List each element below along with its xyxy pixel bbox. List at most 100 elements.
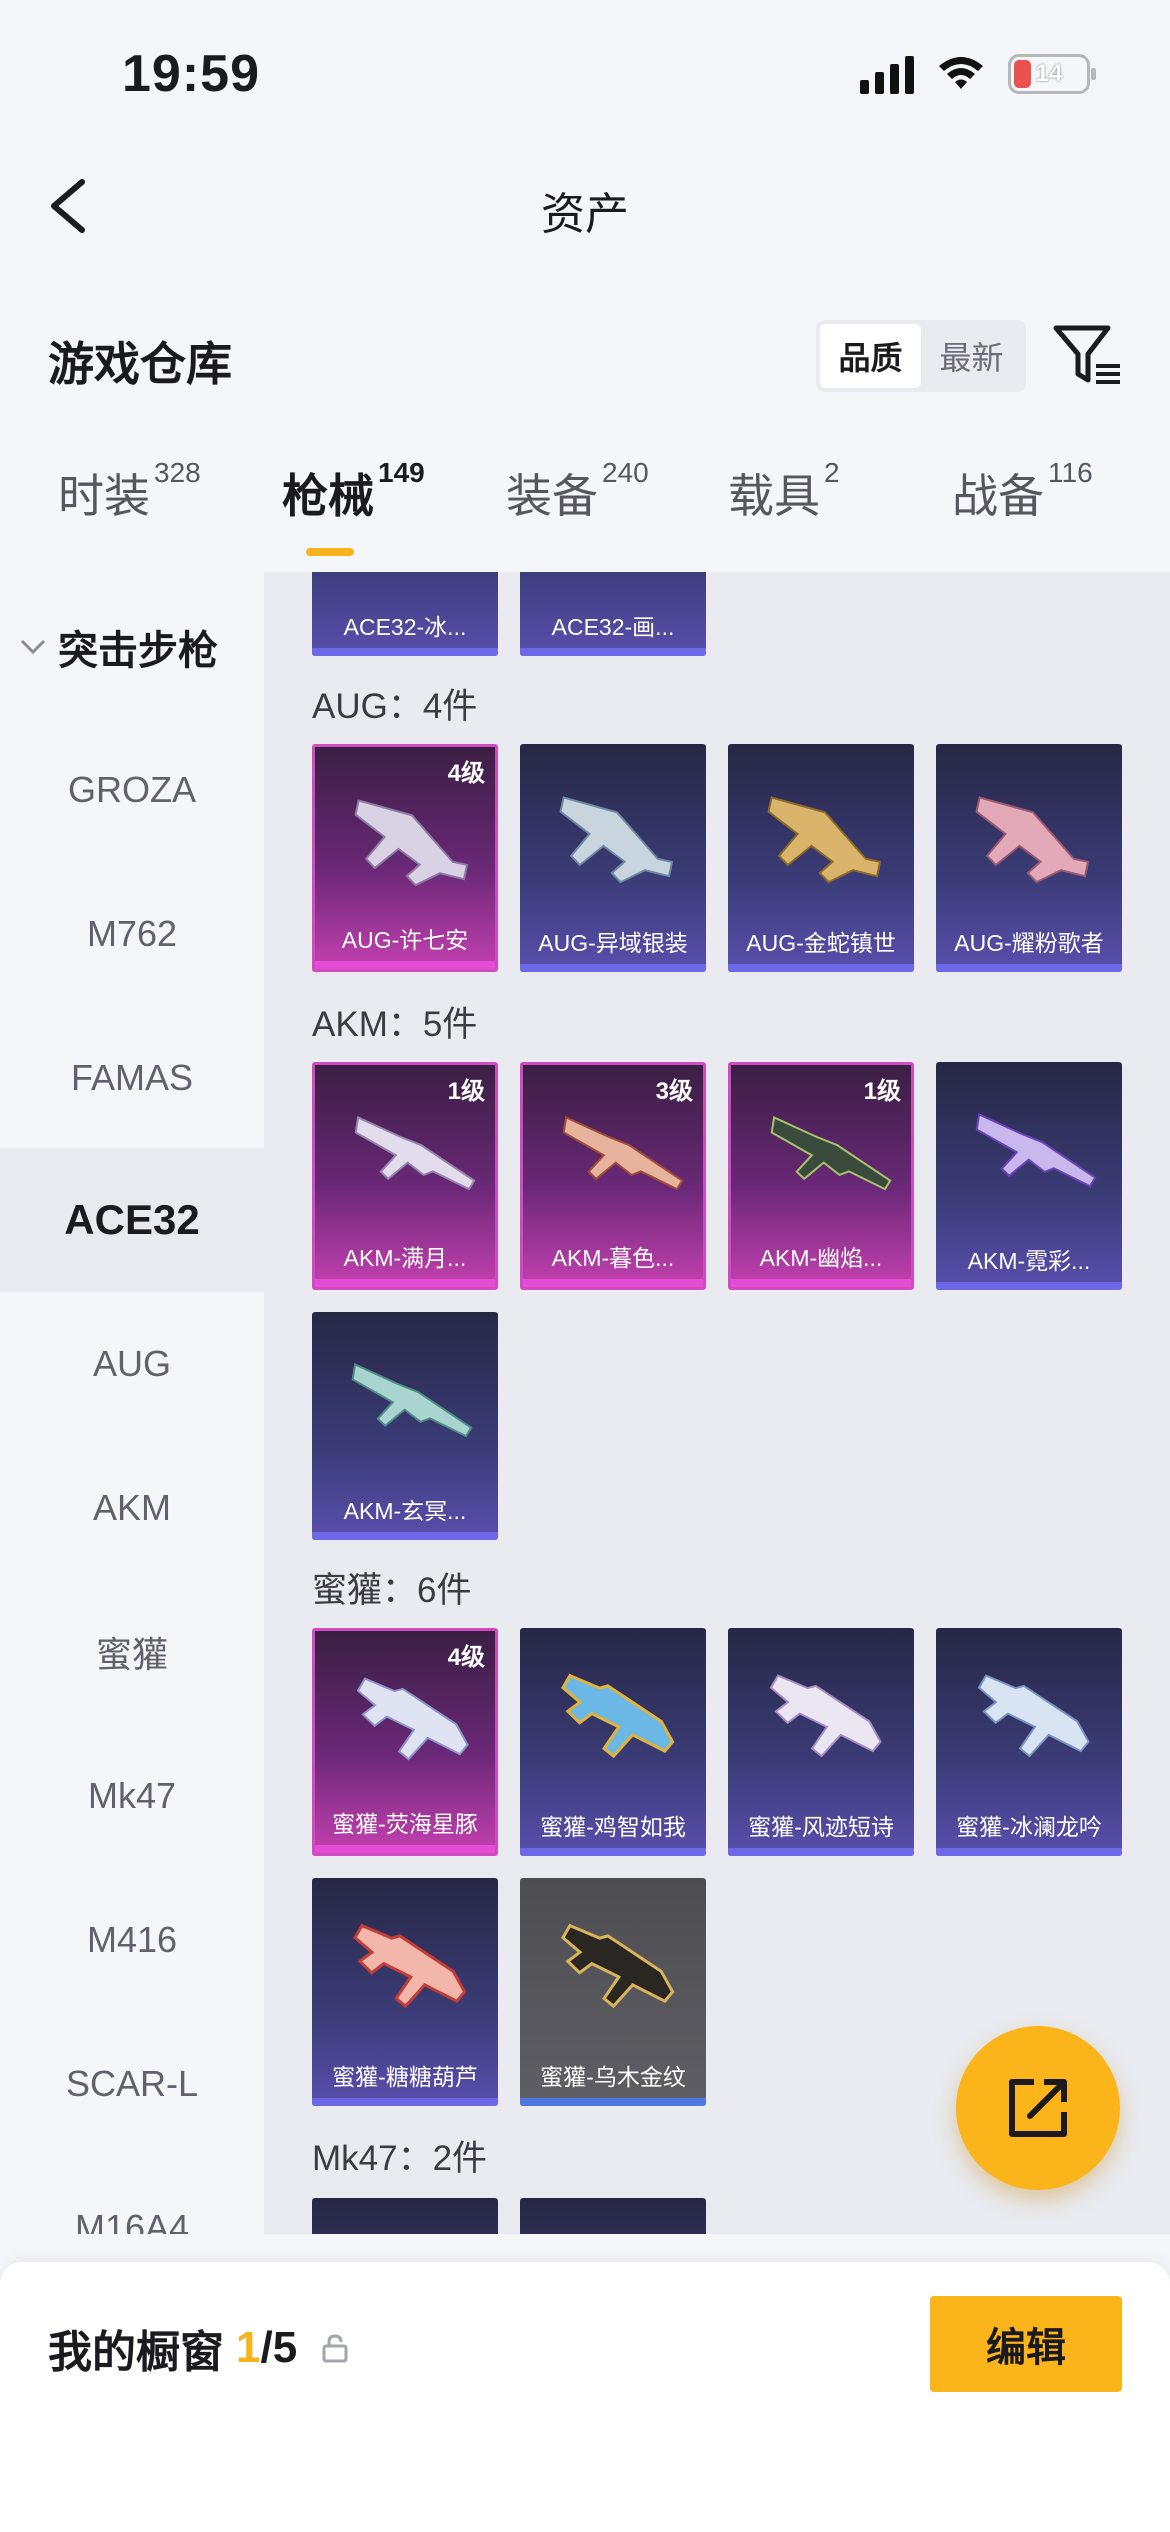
- rifle-icon: [354, 1116, 476, 1191]
- skin-card[interactable]: [312, 2198, 498, 2234]
- skin-card[interactable]: 蜜獾-冰澜龙吟: [936, 1628, 1122, 1856]
- nav-bar: 资产: [0, 150, 1170, 260]
- showcase-current-count: 1: [236, 2323, 261, 2372]
- tab-firearms[interactable]: 枪械 149: [282, 456, 425, 526]
- tab-count: 328: [154, 456, 201, 488]
- rifle-icon: [562, 1116, 684, 1191]
- skin-card[interactable]: AUG-耀粉歌者: [936, 744, 1122, 972]
- skin-card[interactable]: 1级 AKM-幽焰...: [728, 1062, 914, 1290]
- smg-icon: [769, 1674, 882, 1758]
- tab-supplies[interactable]: 战备 116: [952, 456, 1093, 526]
- skin-name: 蜜獾-风迹短诗: [748, 1814, 894, 1840]
- sidebar-item-m416[interactable]: M416: [0, 1868, 264, 2012]
- skin-name: 蜜獾-冰澜龙吟: [956, 1814, 1102, 1840]
- battery-icon: 14: [1008, 54, 1096, 94]
- skin-name: ACE32-冰...: [343, 614, 467, 640]
- sidebar-item-aug[interactable]: AUG: [0, 1292, 264, 1436]
- share-icon: [1009, 2079, 1067, 2137]
- smg-icon: [977, 1674, 1090, 1758]
- sidebar-item-m762[interactable]: M762: [0, 862, 264, 1006]
- showcase-bar: 我的橱窗 1 /5 编辑: [0, 2262, 1170, 2532]
- sidebar-item-honeybadger[interactable]: 蜜獾: [0, 1580, 264, 1724]
- tab-fashion[interactable]: 时装 328: [58, 456, 201, 526]
- group-label-honeybadger: 蜜獾：6件: [312, 1571, 472, 1610]
- status-bar: 19:59 14: [0, 0, 1170, 150]
- skin-name: AKM-玄冥...: [343, 1498, 467, 1524]
- skin-card[interactable]: 蜜獾-糖糖葫芦: [312, 1878, 498, 2106]
- sidebar-item-ace32[interactable]: ACE32: [0, 1148, 264, 1292]
- tab-vehicles[interactable]: 载具 2: [728, 456, 840, 526]
- skin-card[interactable]: 4级 蜜獾-荧海星豚: [312, 1628, 498, 1856]
- rifle-icon: [975, 1113, 1097, 1188]
- skin-name: AUG-耀粉歌者: [954, 930, 1104, 956]
- rifle-icon: [351, 1363, 473, 1438]
- category-tabs: 时装 328 枪械 149 装备 240 载具 2 战备 116: [0, 456, 1170, 570]
- skin-name: 蜜獾-鸡智如我: [540, 1814, 686, 1840]
- sidebar-item-akm[interactable]: AKM: [0, 1436, 264, 1580]
- status-time: 19:59: [122, 45, 260, 103]
- smg-icon: [561, 1673, 675, 1759]
- active-tab-indicator: [306, 548, 354, 556]
- skin-name: 蜜獾-乌木金纹: [540, 2064, 686, 2090]
- skin-card[interactable]: ACE32-冰...: [312, 572, 498, 656]
- smg-icon: [356, 1677, 469, 1761]
- edit-button[interactable]: 编辑: [930, 2296, 1122, 2392]
- sidebar-item-scar-l[interactable]: SCAR-L: [0, 2012, 264, 2156]
- lock-icon: [322, 2334, 348, 2363]
- skin-card[interactable]: ACE32-画...: [520, 572, 706, 656]
- rifle-icon: [354, 799, 469, 887]
- skin-name: AKM-暮色...: [551, 1245, 675, 1271]
- sidebar-item-groza[interactable]: GROZA: [0, 718, 264, 862]
- skin-name: AUG-许七安: [341, 927, 469, 953]
- tab-equipment[interactable]: 装备 240: [506, 456, 649, 526]
- filter-icon[interactable]: [1052, 322, 1124, 390]
- skin-card[interactable]: 蜜獾-鸡智如我: [520, 1628, 706, 1856]
- sort-quality-button[interactable]: 品质: [820, 324, 921, 388]
- skin-name: AUG-异域银装: [538, 930, 688, 956]
- skin-card[interactable]: AUG-异域银装: [520, 744, 706, 972]
- sort-latest-button[interactable]: 最新: [921, 324, 1022, 388]
- page-title: 资产: [541, 190, 629, 239]
- status-icons: 14: [860, 54, 1096, 94]
- sidebar-item-famas[interactable]: FAMAS: [0, 1006, 264, 1150]
- skin-name: 蜜獾-糖糖葫芦: [332, 2064, 478, 2090]
- skin-card[interactable]: AKM-霓彩...: [936, 1062, 1122, 1290]
- rifle-icon: [767, 796, 882, 884]
- rifle-icon: [559, 796, 674, 884]
- skin-card[interactable]: AUG-金蛇镇世: [728, 744, 914, 972]
- showcase-label: 我的橱窗: [48, 2328, 224, 2377]
- tab-label: 装备: [506, 470, 598, 522]
- group-label-akm: AKM：5件: [312, 1005, 478, 1044]
- tab-count: 116: [1048, 456, 1093, 488]
- battery-level: 14: [1035, 60, 1063, 87]
- sidebar-item-m16a4[interactable]: M16A4: [0, 2156, 264, 2234]
- tab-count: 149: [378, 456, 425, 488]
- skin-name: 蜜獾-荧海星豚: [332, 1811, 478, 1837]
- skin-name: AKM-霓彩...: [967, 1248, 1091, 1274]
- showcase-total-count: /5: [260, 2323, 298, 2372]
- skin-name: ACE32-画...: [551, 614, 675, 640]
- skin-card[interactable]: 4级 AUG-许七安: [312, 744, 498, 972]
- tab-label: 时装: [58, 470, 150, 522]
- tab-label: 枪械: [282, 470, 374, 522]
- sidebar-item-mk47[interactable]: Mk47: [0, 1724, 264, 1868]
- skin-card[interactable]: 蜜獾-风迹短诗: [728, 1628, 914, 1856]
- tab-count: 240: [602, 456, 649, 488]
- rifle-icon: [770, 1116, 892, 1191]
- skin-name: AKM-满月...: [343, 1245, 467, 1271]
- skin-card[interactable]: 3级 AKM-暮色...: [520, 1062, 706, 1290]
- share-button[interactable]: [956, 2026, 1120, 2190]
- skin-card[interactable]: [520, 2198, 706, 2234]
- smg-icon: [353, 1923, 467, 2009]
- showcase-title: 我的橱窗 1 /5: [48, 2316, 349, 2380]
- skin-card[interactable]: 蜜獾-乌木金纹: [520, 1878, 706, 2106]
- tab-label: 载具: [728, 470, 820, 522]
- wifi-icon: [939, 57, 983, 89]
- tab-count: 2: [824, 456, 840, 488]
- section-title: 游戏仓库: [48, 338, 232, 390]
- skin-card[interactable]: 1级 AKM-满月...: [312, 1062, 498, 1290]
- sidebar-category[interactable]: 突击步枪: [18, 618, 218, 676]
- skin-card[interactable]: AKM-玄冥...: [312, 1312, 498, 1540]
- rifle-icon: [975, 796, 1090, 884]
- group-label-mk47: Mk47：2件: [312, 2139, 488, 2178]
